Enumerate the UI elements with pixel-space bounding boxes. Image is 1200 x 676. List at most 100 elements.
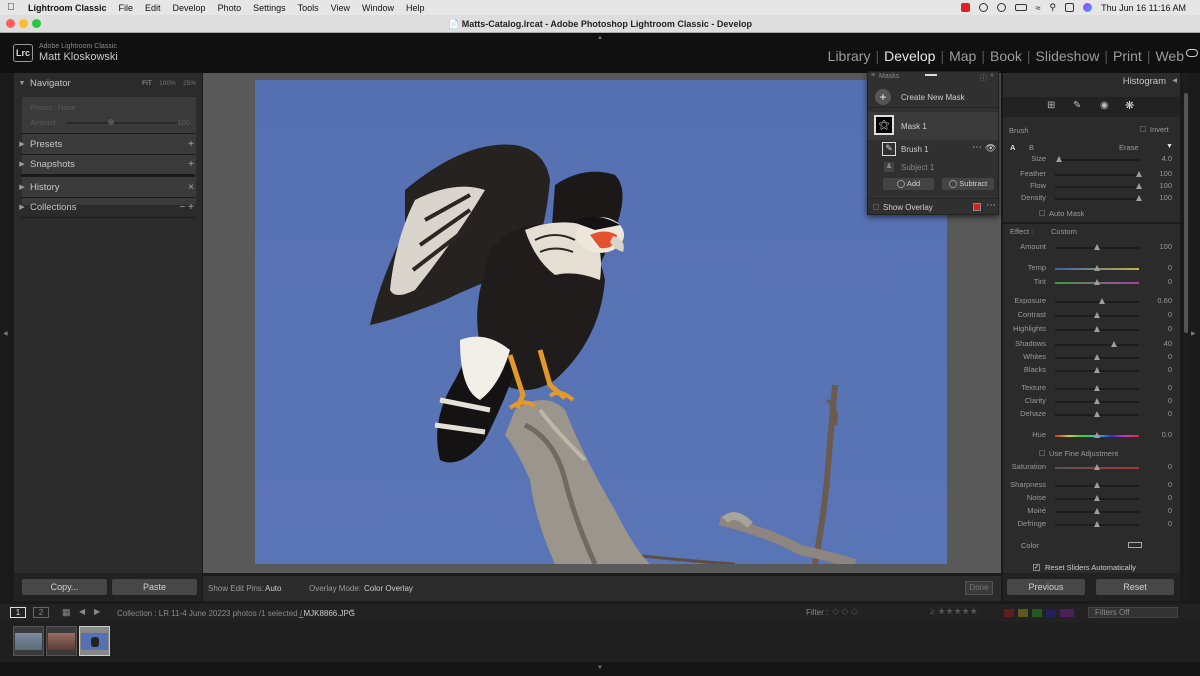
slider-value[interactable]: 0 (1168, 324, 1172, 333)
history-header[interactable]: ▶ History × (14, 177, 202, 197)
screen-1-button[interactable]: 1 (10, 607, 26, 618)
slider-value[interactable]: 0 (1168, 352, 1172, 361)
slider-thumb[interactable] (1099, 298, 1106, 304)
overlay-mode-select[interactable]: Color Overlay (364, 584, 413, 593)
healing-tool-icon[interactable]: ✎ (1073, 100, 1081, 111)
slider-thumb[interactable] (1094, 495, 1100, 501)
dehaze-slider[interactable]: Dehaze 0 (1003, 409, 1180, 421)
clarity-slider[interactable]: Clarity 0 (1003, 396, 1180, 408)
top-panel-toggle[interactable]: ▲ (597, 35, 603, 41)
slider-track[interactable] (1055, 198, 1139, 200)
collections-actions[interactable]: − + (180, 202, 194, 213)
reset-sliders-checkbox[interactable]: ✓ (1033, 564, 1040, 571)
bottom-panel-toggle[interactable]: ▼ (597, 665, 603, 671)
slider-value[interactable]: 0 (1168, 365, 1172, 374)
zoom-25[interactable]: 25% (183, 80, 196, 87)
previous-button[interactable]: Previous (1007, 579, 1085, 595)
slider-thumb[interactable] (1094, 411, 1100, 417)
menu-help[interactable]: Help (400, 3, 431, 13)
grid-view-icon[interactable]: ▦ (62, 607, 71, 618)
slider-value[interactable]: 100 (1159, 181, 1172, 190)
paste-button[interactable]: Paste (112, 579, 197, 595)
slider-track[interactable] (1055, 174, 1139, 176)
slider-thumb[interactable] (1094, 521, 1100, 527)
overlay-color-swatch[interactable] (973, 203, 981, 211)
navigator-header[interactable]: ▼ Navigator FIT 100% 25% (14, 73, 202, 93)
temp-slider[interactable]: Temp 0 (1003, 263, 1180, 275)
slider-track[interactable] (1055, 301, 1139, 303)
module-develop[interactable]: Develop (884, 48, 935, 64)
exposure-slider[interactable]: Exposure 0.60 (1003, 296, 1180, 308)
module-map[interactable]: Map (949, 48, 976, 64)
preset-amount-thumb[interactable] (108, 119, 114, 125)
slider-track[interactable] (1055, 159, 1139, 161)
record-icon[interactable] (960, 3, 970, 12)
right-panel-edge-toggle[interactable]: ▶ (1191, 330, 1196, 337)
subject-1-row[interactable]: ♟ Subject 1 (868, 160, 998, 174)
add-button[interactable]: ◯ Add (883, 178, 934, 190)
redeye-tool-icon[interactable]: ◉ (1100, 100, 1109, 111)
masks-panel-header[interactable]: ≡ Masks ⓘ » (868, 72, 998, 82)
tint-slider[interactable]: Tint 0 (1003, 277, 1180, 289)
filmstrip-thumbnail[interactable] (46, 626, 77, 656)
overlay-options-icon[interactable]: ⋯ (986, 200, 996, 211)
crop-tool-icon[interactable]: ⊞ (1047, 100, 1055, 111)
slider-thumb[interactable] (1094, 367, 1100, 373)
show-overlay-checkbox[interactable] (873, 204, 879, 210)
plus-circle-icon[interactable]: + (875, 89, 891, 105)
menu-view[interactable]: View (325, 3, 356, 13)
fine-adjust-checkbox[interactable] (1039, 450, 1045, 456)
minimize-bar-icon[interactable] (925, 74, 937, 76)
add-preset-button[interactable]: + (188, 139, 194, 150)
feather-slider[interactable]: Feather 100 (1003, 169, 1180, 181)
filename-dropdown-icon[interactable]: ▼ (349, 609, 355, 615)
menu-tools[interactable]: Tools (292, 3, 325, 13)
flow-slider[interactable]: Flow 100 (1003, 181, 1180, 193)
preset-amount-slider[interactable] (67, 122, 177, 124)
slider-thumb[interactable] (1094, 279, 1100, 285)
module-slideshow[interactable]: Slideshow (1036, 48, 1100, 64)
module-library[interactable]: Library (828, 48, 871, 64)
slider-thumb[interactable] (1094, 464, 1100, 470)
invert-checkbox[interactable] (1140, 126, 1146, 132)
hue-slider[interactable]: Hue 0.0 (1003, 430, 1180, 442)
grip-icon[interactable]: ≡ (871, 72, 875, 79)
slider-track[interactable] (1055, 186, 1139, 188)
slider-value[interactable]: 0 (1168, 396, 1172, 405)
slider-value[interactable]: 100 (1159, 242, 1172, 251)
zoom-fit[interactable]: FIT (142, 80, 152, 87)
slider-value[interactable]: 100 (1159, 193, 1172, 202)
slider-value[interactable]: 4.0 (1162, 154, 1172, 163)
amount-slider[interactable]: Amount 100 (1003, 242, 1180, 254)
slider-thumb[interactable] (1094, 354, 1100, 360)
slider-thumb[interactable] (1136, 171, 1142, 177)
slider-value[interactable]: 0.0 (1162, 430, 1172, 439)
filters-off-select[interactable]: Filters Off (1088, 607, 1178, 618)
filmstrip-thumbnail[interactable] (13, 626, 44, 656)
mask-1-row[interactable]: ⚝ Mask 1 (868, 112, 998, 140)
slider-thumb[interactable] (1094, 482, 1100, 488)
help-icon[interactable]: ⓘ (980, 73, 987, 83)
slider-value[interactable]: 0 (1168, 519, 1172, 528)
copy-button[interactable]: Copy... (22, 579, 107, 595)
brush-tab-a[interactable]: A (1010, 143, 1015, 152)
apple-icon[interactable]:  (0, 2, 22, 13)
slider-value[interactable]: 0 (1168, 310, 1172, 319)
edit-pins-select[interactable]: Auto (265, 584, 281, 593)
moir--slider[interactable]: Moiré 0 (1003, 506, 1180, 518)
add-snapshot-button[interactable]: + (188, 159, 194, 170)
filmstrip-thumbnail-selected[interactable] (79, 626, 110, 656)
minimize-window-button[interactable] (19, 19, 28, 28)
create-mask-row[interactable]: + Create New Mask (868, 86, 998, 108)
slider-track[interactable] (1055, 344, 1139, 346)
slider-thumb[interactable] (1094, 244, 1100, 250)
collections-header[interactable]: ▶ Collections − + (14, 197, 202, 217)
menu-window[interactable]: Window (356, 3, 400, 13)
masking-tool-icon[interactable]: ❋ (1125, 99, 1134, 112)
forward-arrow-icon[interactable]: ▶ (94, 607, 100, 616)
defringe-slider[interactable]: Defringe 0 (1003, 519, 1180, 531)
right-panel-scrollbar[interactable] (1183, 73, 1189, 601)
cloud-sync-icon[interactable] (1186, 49, 1198, 57)
effect-preset-select[interactable]: Custom (1051, 227, 1077, 236)
expand-icon[interactable]: » (990, 72, 994, 79)
